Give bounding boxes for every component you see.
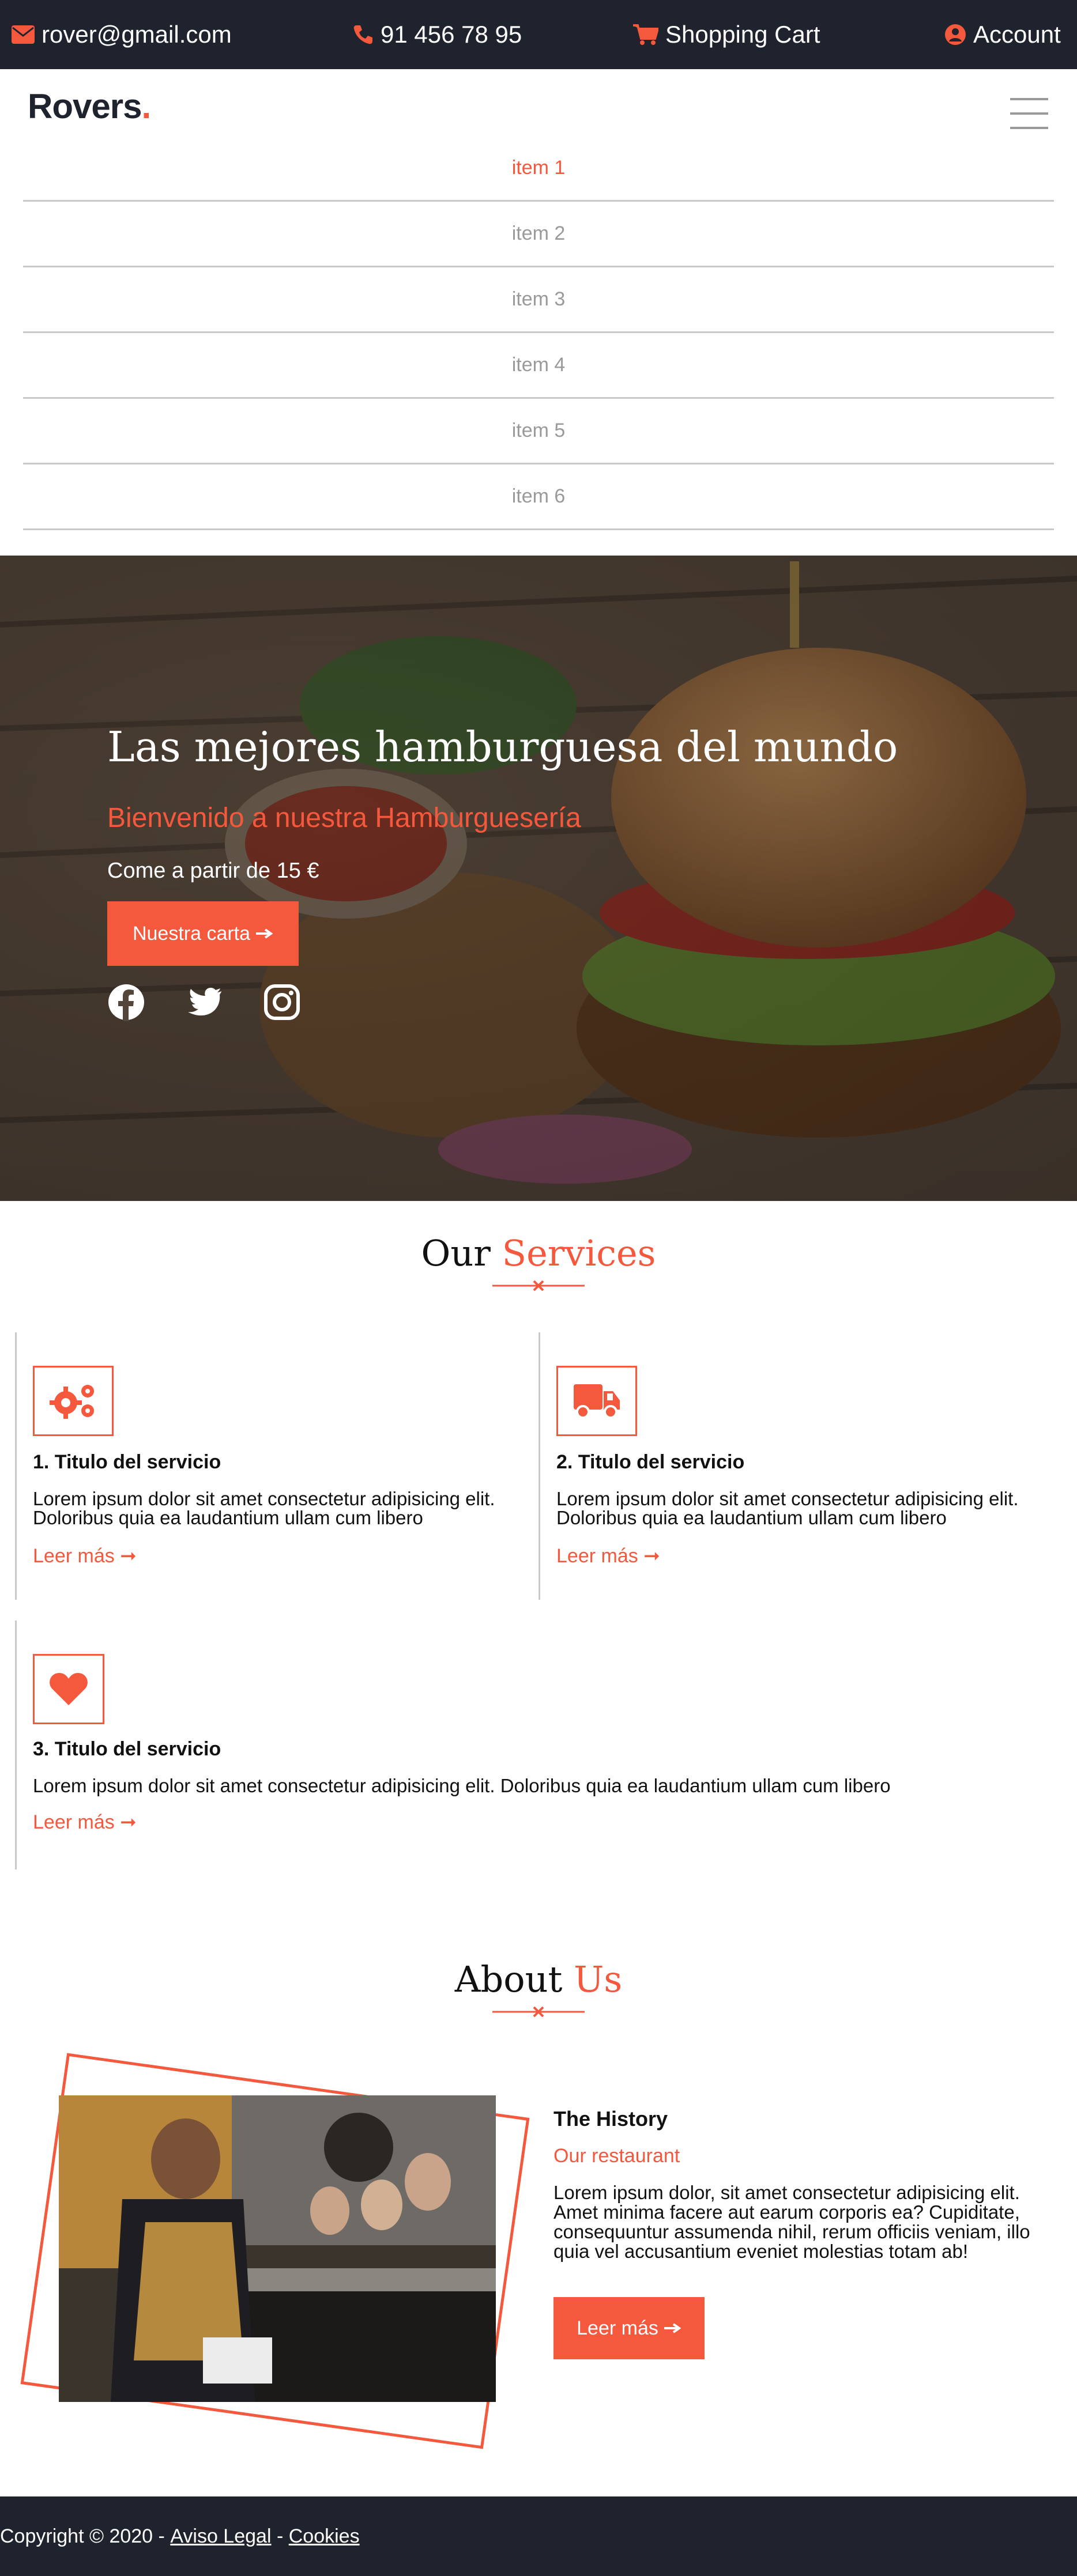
cookies-link[interactable]: Cookies: [289, 2525, 360, 2548]
nav-item-3[interactable]: item 3: [23, 267, 1054, 333]
brand-name: Rovers: [28, 87, 142, 126]
hero-subtitle: Bienvenido a nuestra Hamburguesería: [107, 803, 581, 833]
service-text-1: Lorem ipsum dolor sit amet consectetur a…: [33, 1488, 495, 1528]
about-title: About Us: [0, 1958, 1077, 2000]
shopping-cart-icon: [633, 24, 658, 45]
cta-label: Nuestra carta: [132, 922, 251, 945]
envelope-icon: [12, 25, 35, 44]
email-link[interactable]: rover@gmail.com: [12, 0, 232, 69]
hero-title: Las mejores hamburguesa del mundo: [107, 723, 898, 771]
twitter-icon[interactable]: [186, 983, 224, 1021]
about-heading: The History: [553, 2107, 668, 2131]
service-link-label: Leer más: [556, 1545, 638, 1567]
hamburger-menu-icon[interactable]: [1010, 97, 1048, 130]
heading-divider-icon: [492, 2006, 585, 2018]
facebook-icon[interactable]: [107, 983, 145, 1021]
user-circle-icon: [945, 24, 966, 45]
nav-item-2[interactable]: item 2: [23, 202, 1054, 267]
service-link-2[interactable]: Leer más ➞: [556, 1544, 660, 1567]
about-subheading: Our restaurant: [553, 2145, 680, 2167]
service-text-3: Lorem ipsum dolor sit amet consectetur a…: [33, 1775, 891, 1796]
about-button-label: Leer más: [577, 2317, 658, 2339]
service-icon-box: [33, 1654, 104, 1724]
service-link-1[interactable]: Leer más ➞: [33, 1544, 137, 1567]
services-title-accent: Services: [502, 1232, 656, 1274]
service-text-2: Lorem ipsum dolor sit amet consectetur a…: [556, 1488, 1019, 1528]
heart-icon: [50, 1673, 88, 1705]
phone-text: 91 456 78 95: [381, 21, 522, 48]
about-leer-mas-button[interactable]: Leer más: [553, 2297, 705, 2359]
hero-price-text: Come a partir de 15 €: [107, 859, 319, 883]
arrow-right-icon: ➞: [120, 1811, 137, 1833]
service-icon-box: [33, 1366, 114, 1436]
arrow-right-icon: [256, 928, 273, 939]
service-icon-box: [556, 1366, 637, 1436]
about-title-accent: Us: [574, 1958, 623, 2000]
phone-link[interactable]: 91 456 78 95: [353, 0, 522, 69]
services-title-main: Our: [421, 1232, 491, 1274]
service-link-label: Leer más: [33, 1811, 115, 1833]
service-card-1: 1. Titulo del servicio Lorem ipsum dolor…: [15, 1332, 536, 1600]
aviso-legal-link[interactable]: Aviso Legal: [170, 2525, 271, 2548]
service-title-3: 3. Titulo del servicio: [33, 1738, 221, 1760]
account-link[interactable]: Account: [944, 0, 1061, 69]
service-title-1: 1. Titulo del servicio: [33, 1451, 221, 1473]
email-text: rover@gmail.com: [42, 21, 232, 48]
footer-separator: -: [276, 2525, 284, 2547]
service-card-3: 3. Titulo del servicio Lorem ipsum dolor…: [15, 1621, 1060, 1869]
service-link-3[interactable]: Leer más ➞: [33, 1811, 137, 1834]
service-link-label: Leer más: [33, 1545, 115, 1567]
cart-text: Shopping Cart: [665, 21, 820, 48]
nav-item-1[interactable]: item 1: [23, 136, 1054, 202]
about-photo: [59, 2095, 496, 2402]
nav-item-4[interactable]: item 4: [23, 333, 1054, 399]
about-text: Lorem ipsum dolor, sit amet consectetur …: [553, 2182, 1030, 2262]
arrow-right-icon: [664, 2323, 681, 2333]
service-title-2: 2. Titulo del servicio: [556, 1451, 745, 1473]
footer: Copyright © 2020 - Aviso Legal - Cookies: [0, 2496, 1077, 2576]
arrow-right-icon: ➞: [643, 1545, 660, 1567]
truck-icon: [574, 1384, 620, 1419]
service-card-2: 2. Titulo del servicio Lorem ipsum dolor…: [538, 1332, 1060, 1600]
brand-logo[interactable]: Rovers.: [28, 86, 151, 126]
account-text: Account: [973, 21, 1061, 48]
services-title: Our Services: [0, 1232, 1077, 1274]
phone-icon: [353, 25, 372, 44]
hero-section: Las mejores hamburguesa del mundo Bienve…: [0, 556, 1077, 1201]
heading-divider-icon: [492, 1280, 585, 1291]
nav-menu: item 1 item 2 item 3 item 4 item 5 item …: [23, 136, 1054, 530]
nav-item-5[interactable]: item 5: [23, 399, 1054, 464]
restaurant-kitchen-image: [59, 2095, 496, 2402]
footer-copyright: Copyright © 2020 -: [0, 2525, 165, 2547]
about-title-main: About: [454, 1958, 563, 2000]
nav-item-6[interactable]: item 6: [23, 464, 1054, 530]
brand-dot: .: [141, 87, 151, 126]
top-bar: rover@gmail.com 91 456 78 95 Shopping Ca…: [0, 0, 1077, 69]
gears-icon: [50, 1385, 94, 1419]
shopping-cart-link[interactable]: Shopping Cart: [633, 0, 820, 69]
nuestra-carta-button[interactable]: Nuestra carta: [107, 901, 299, 966]
arrow-right-icon: ➞: [120, 1545, 137, 1567]
instagram-icon[interactable]: [263, 983, 301, 1021]
